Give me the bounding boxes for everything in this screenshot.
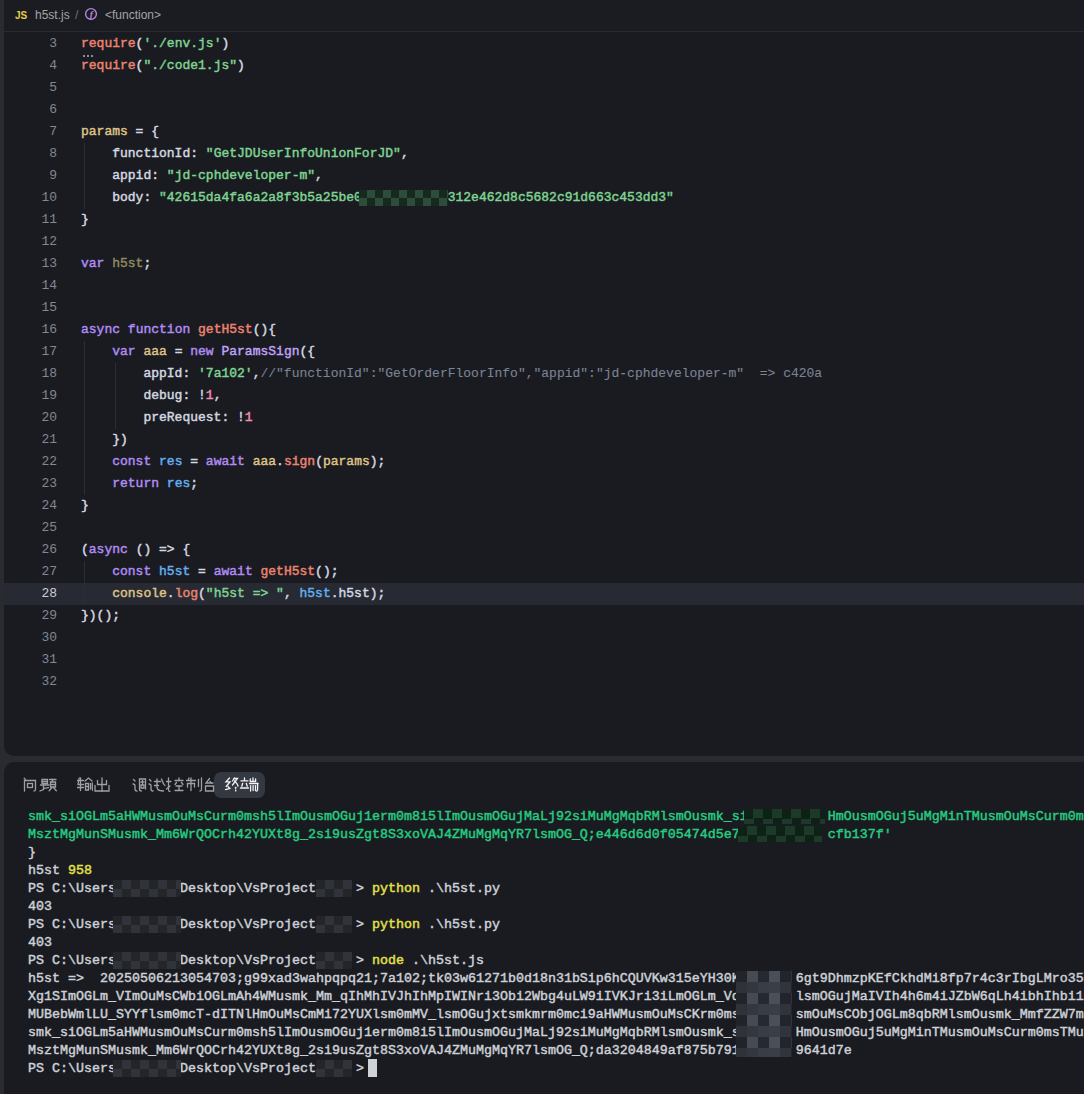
svg-text:f: f bbox=[90, 10, 94, 20]
